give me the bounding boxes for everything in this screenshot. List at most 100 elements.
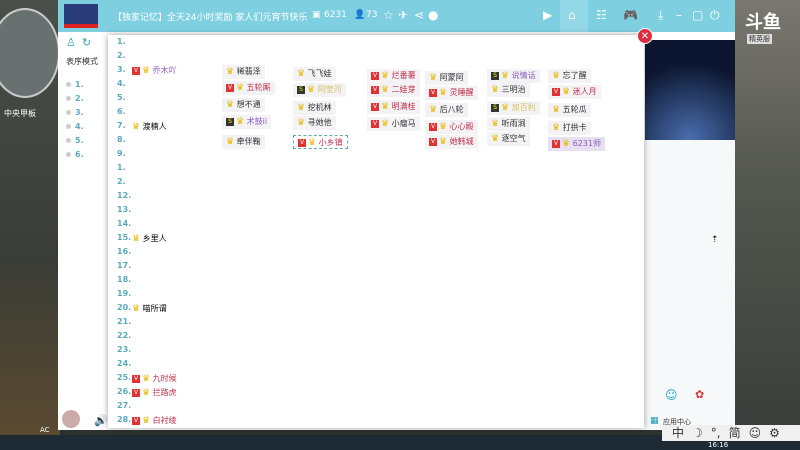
seat-name: 忘了醒 — [562, 71, 587, 80]
list-item[interactable]: V ♛ 乔木吖 — [132, 65, 177, 76]
close-popup-button[interactable]: ✕ — [637, 28, 653, 44]
flower-icon[interactable]: ✿ — [695, 388, 704, 401]
game-background-right: 斗鱼 精英服 — [735, 0, 800, 435]
seat-item[interactable]: ♛ 后八轮 — [425, 103, 468, 117]
crown-icon: ♛ — [308, 138, 317, 148]
seat-item[interactable]: ♛ 忘了醒 — [548, 69, 591, 83]
crown-icon: ♛ — [501, 71, 510, 81]
seat-item[interactable]: V ♛ 明满桂 — [367, 100, 420, 114]
seat-item[interactable]: V ♛ 迷人月 — [548, 85, 601, 99]
seat-item[interactable]: S ♛ 加百利 — [487, 101, 540, 115]
ac-label: AC — [40, 426, 50, 434]
super-badge-icon: S — [491, 103, 499, 112]
chat-icon[interactable]: ☺ — [665, 388, 678, 402]
home-icon[interactable]: ⌂ — [568, 8, 576, 22]
vip-badge-icon: V — [371, 71, 379, 80]
list-number: 27. — [117, 401, 132, 410]
seat-item[interactable]: ♛ 听雨涧 — [487, 117, 530, 131]
stream-preview[interactable] — [645, 40, 735, 140]
crown-icon: ♛ — [132, 304, 141, 314]
seat-item[interactable]: ♛ 寻她他 — [293, 116, 336, 130]
avatar[interactable] — [62, 410, 80, 428]
list-item[interactable]: ♛ 乡里人 — [132, 233, 167, 244]
list-number: 2. — [117, 51, 126, 60]
seat-name: 寻她他 — [307, 118, 332, 127]
seat-item[interactable]: ♛ 三明治 — [487, 83, 530, 97]
seat-item[interactable]: ♛ 飞飞娃 — [293, 67, 336, 81]
seat-item[interactable]: S ♛ 阿莹河 — [293, 83, 346, 97]
seat-item[interactable]: V ♛ 二娃芽 — [367, 83, 420, 97]
info-icon[interactable]: ● — [428, 8, 438, 22]
list-item[interactable]: V ♛ 九时候 — [132, 373, 177, 384]
seat-item[interactable]: V ♛ 烂番薯 — [367, 69, 420, 83]
list-number: 2. — [117, 177, 126, 186]
crown-icon: ♛ — [562, 139, 571, 149]
vip-badge-icon: V — [429, 88, 437, 97]
crown-icon: ♛ — [142, 416, 151, 426]
seat-item[interactable]: S ♛ 说情话 — [487, 69, 540, 83]
share-icon[interactable]: ⋖ — [414, 8, 424, 22]
seat-item[interactable]: V ♛ 心心殿 — [425, 120, 478, 134]
seat-item[interactable]: V ♛ 小乡镇 — [293, 135, 348, 149]
crown-icon: ♛ — [439, 122, 448, 132]
profile-icon[interactable]: ♙ — [66, 36, 76, 49]
seat-item[interactable]: ♛ 想不通 — [222, 98, 265, 112]
power-icon[interactable]: ⏻ — [710, 8, 720, 23]
room-title: 【独家记忆】全天24小时奖励 家人们元宵节快乐 — [113, 13, 308, 23]
seat-item[interactable]: V ♛ 五轮厮 — [222, 81, 275, 95]
seat-item[interactable]: ♛ 稀翡泽 — [222, 65, 265, 79]
seat-item[interactable]: ♛ 牵伴鞠 — [222, 135, 265, 149]
list-item[interactable]: V ♛ 拦路虎 — [132, 387, 177, 398]
seat-item[interactable]: V ♛ 小瘤马 — [367, 117, 420, 131]
gamepad-icon[interactable]: 🎮 — [623, 8, 638, 22]
video-icon[interactable]: ▶ — [543, 8, 552, 22]
volume-icon[interactable]: 🔊 — [94, 414, 108, 427]
download-icon[interactable]: ⤓ — [658, 8, 663, 23]
list-number: 7. — [117, 121, 126, 130]
seat-name: 烂番薯 — [391, 71, 416, 80]
seat-item[interactable]: S ♛ 术鼓ii — [222, 115, 272, 129]
crown-icon: ♛ — [429, 105, 438, 115]
list-item[interactable]: V ♛ 白衬绫 — [132, 415, 177, 426]
crown-icon: ♛ — [142, 66, 151, 76]
settings-icon[interactable]: ⚙ — [769, 425, 780, 441]
crown-icon: ♛ — [132, 122, 141, 132]
refresh-icon[interactable]: ↻ — [82, 36, 91, 49]
list-number: 22. — [117, 331, 132, 340]
seat-name: 逐空气 — [501, 134, 526, 143]
seat-name: 稀翡泽 — [236, 67, 261, 76]
list-item[interactable]: ♛ 渡楠人 — [132, 121, 167, 132]
list-number: 5. — [117, 93, 126, 102]
list-number: 28. — [117, 415, 132, 424]
seat-name: 飞飞娃 — [307, 69, 332, 78]
ime-mode[interactable]: ☽ — [692, 425, 703, 441]
ime-variant[interactable]: 简 — [729, 425, 741, 441]
list-number: 15. — [117, 233, 132, 242]
ime-punct[interactable]: °, — [711, 425, 721, 441]
mode-label[interactable]: 表序模式 — [66, 56, 98, 67]
seat-item[interactable]: ♛ 五轮瓜 — [548, 103, 591, 117]
list-number: 23. — [117, 345, 132, 354]
seat-item[interactable]: ♛ 逐空气 — [487, 132, 530, 146]
star-icon[interactable]: ☆ — [383, 8, 394, 22]
minimize-icon[interactable]: – — [676, 8, 682, 22]
seat-item[interactable]: ♛ 挖机林 — [293, 101, 336, 115]
scroll-top-icon[interactable]: ⇡ — [711, 235, 719, 245]
rank-number: 5. — [75, 136, 84, 145]
vip-badge-icon: V — [226, 83, 234, 92]
seat-item[interactable]: ♛ 阿蒙阿 — [425, 71, 468, 85]
list-number: 20. — [117, 303, 132, 312]
list-number: 24. — [117, 359, 132, 368]
plane-icon[interactable]: ✈ — [398, 8, 408, 22]
seat-name: 挖机林 — [307, 103, 332, 112]
seat-item[interactable]: V ♛ 她韩城 — [425, 135, 478, 149]
seat-item[interactable]: ♛ 打拱卡 — [548, 121, 591, 135]
user-name: 九时候 — [152, 374, 177, 383]
emoji-icon[interactable]: ☺ — [749, 425, 762, 441]
ime-lang[interactable]: 中 — [672, 425, 684, 441]
list-icon[interactable]: ☷ — [596, 8, 607, 22]
list-item[interactable]: ♛ 喵所谓 — [132, 303, 167, 314]
maximize-icon[interactable]: ▢ — [692, 8, 703, 22]
seat-item[interactable]: V ♛ 灵睡醒 — [425, 86, 478, 100]
seat-item[interactable]: V ♛ 6231师 — [548, 137, 605, 151]
